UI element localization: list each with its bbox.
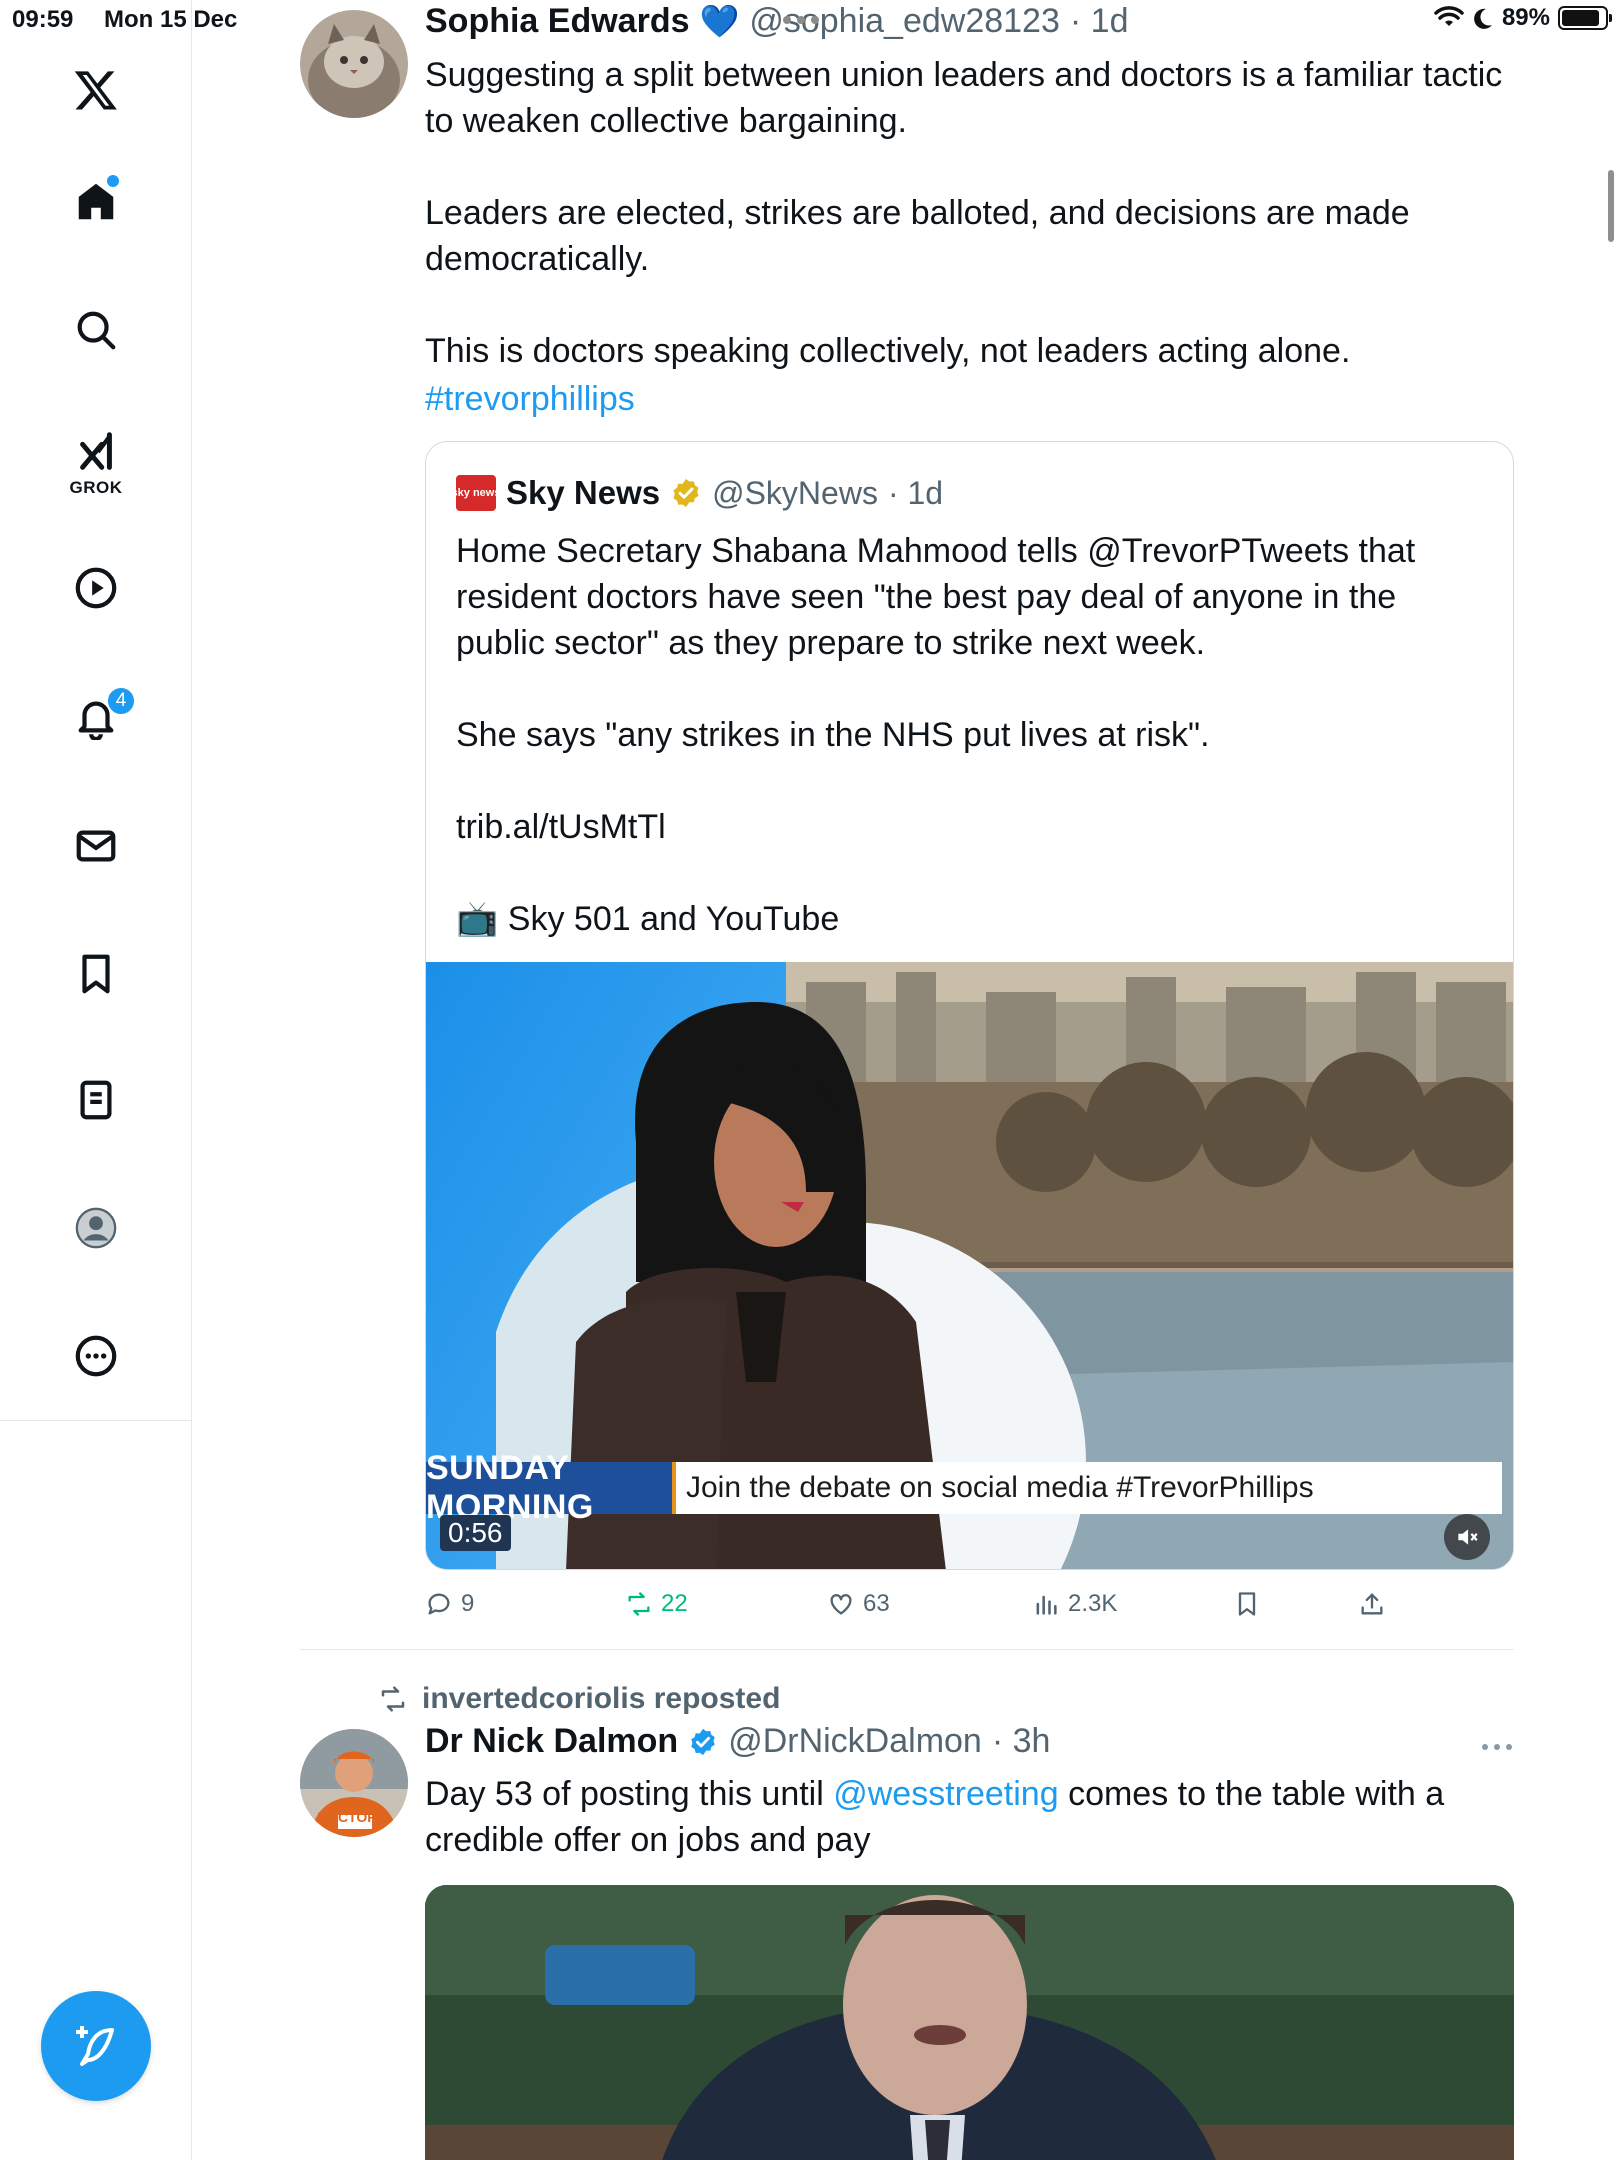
- sidebar-divider: [0, 1420, 192, 1421]
- ticker-bar: Join the debate on social media #TrevorP…: [672, 1462, 1502, 1514]
- reply-count: 9: [461, 1590, 475, 1617]
- share-icon: [1361, 1593, 1383, 1615]
- sidebar-item-grok[interactable]: [64, 420, 128, 484]
- like-count: 63: [863, 1590, 890, 1617]
- bookmark-button[interactable]: [1233, 1590, 1261, 1618]
- ellipsis-icon: [1482, 1744, 1512, 1750]
- repost-indicator[interactable]: invertedcoriolis reposted: [378, 1682, 780, 1716]
- sidebar-item-bookmarks[interactable]: [64, 942, 128, 1006]
- bookmark-icon: [1238, 1592, 1256, 1616]
- status-time: 09:59: [12, 6, 74, 33]
- quote-text: Home Secretary Shabana Mahmood tells @Tr…: [456, 532, 1416, 938]
- search-icon: [77, 311, 116, 350]
- grok-label: GROK: [69, 478, 123, 497]
- quote-author-name: Sky News: [506, 474, 661, 511]
- sky-news-logo: sky news: [452, 475, 500, 511]
- tweet2-header: Dr Nick Dalmon @DrNickDalmon · 3h: [425, 1722, 1050, 1761]
- tweet2-image[interactable]: [425, 1885, 1514, 2160]
- parliament-photo: [425, 1885, 1514, 2160]
- share-button[interactable]: [1358, 1590, 1386, 1618]
- ticker-text: Join the debate on social media #TrevorP…: [686, 1471, 1314, 1504]
- author-handle[interactable]: @DrNickDalmon: [728, 1722, 982, 1761]
- sidebar-item-search[interactable]: [64, 298, 128, 362]
- analytics-icon: [1036, 1595, 1057, 1615]
- sidebar-item-more[interactable]: [64, 1324, 128, 1388]
- battery-icon: [1558, 6, 1612, 30]
- video-player[interactable]: SUNDAY MORNING Join the debate on social…: [426, 962, 1513, 1569]
- quote-time: · 1d: [887, 474, 944, 511]
- sidebar: GROK 4: [0, 0, 192, 2160]
- sidebar-item-video[interactable]: [64, 556, 128, 620]
- quote-header: sky news Sky News @SkyNews · 1d: [452, 474, 944, 512]
- home-unread-dot: [107, 175, 119, 187]
- reply-icon: [428, 1593, 450, 1615]
- tweet-time[interactable]: · 3h: [992, 1722, 1051, 1761]
- scrollbar[interactable]: [1608, 170, 1614, 242]
- repost-icon: [381, 1686, 405, 1712]
- compose-feather-icon: [76, 2026, 114, 2066]
- avatar-sign-text: DOCTORS: [317, 1809, 387, 1825]
- repost-count: 22: [661, 1590, 688, 1617]
- article-icon: [80, 1080, 112, 1120]
- quote-author-handle: @SkyNews: [712, 474, 878, 511]
- mention-link[interactable]: @wesstreeting: [833, 1775, 1058, 1813]
- bookmark-icon: [82, 954, 110, 994]
- tweet2-text-start: Day 53 of posting this until: [425, 1775, 834, 1813]
- repost-icon: [628, 1592, 650, 1616]
- programme-banner: SUNDAY MORNING: [426, 1449, 672, 1526]
- more-circle-icon: [75, 1335, 117, 1377]
- tweet1-text: Suggesting a split between union leaders…: [425, 56, 1503, 370]
- verified-blue-icon: [691, 1728, 715, 1755]
- compose-button[interactable]: [41, 1991, 151, 2101]
- status-bar: 09:59 Mon 15 Dec 89%: [0, 0, 1620, 40]
- status-date: Mon 15 Dec: [104, 6, 238, 33]
- x-logo-icon[interactable]: [64, 58, 128, 122]
- moon-icon: [1474, 8, 1492, 29]
- views-button[interactable]: 2.3K: [1032, 1590, 1117, 1618]
- author-name[interactable]: Dr Nick Dalmon: [425, 1722, 678, 1761]
- wifi-icon: [1434, 6, 1464, 26]
- notification-badge: 4: [106, 686, 136, 716]
- heart-icon: [830, 1594, 852, 1615]
- view-count: 2.3K: [1068, 1590, 1118, 1617]
- hashtag-link[interactable]: #trevorphillips: [425, 376, 635, 422]
- muted-speaker-icon: [1458, 1529, 1478, 1545]
- video-duration: 0:56: [440, 1515, 511, 1551]
- repost-label: invertedcoriolis reposted: [422, 1682, 781, 1715]
- tweet1-actions: 9 22 63 2.3K: [425, 1590, 1514, 1630]
- quoted-tweet[interactable]: sky news Sky News @SkyNews · 1d Home Sec…: [425, 441, 1514, 1570]
- sidebar-item-articles[interactable]: [64, 1068, 128, 1132]
- mute-button[interactable]: [1444, 1514, 1490, 1560]
- envelope-icon: [76, 830, 116, 862]
- nick-dalmon-avatar[interactable]: DOCTORS: [300, 1729, 408, 1837]
- more-options-button[interactable]: [1480, 1740, 1514, 1759]
- play-icon: [75, 567, 117, 609]
- multitasking-dots[interactable]: [783, 16, 819, 24]
- sidebar-item-profile[interactable]: [64, 1196, 128, 1260]
- battery-percent: 89%: [1501, 4, 1550, 31]
- tweet-divider: [300, 1649, 1514, 1650]
- like-button[interactable]: 63: [827, 1590, 890, 1618]
- verified-gold-icon: [673, 479, 699, 507]
- profile-avatar-icon: [75, 1207, 117, 1249]
- tweet2-text: Day 53 of posting this until @wesstreeti…: [425, 1771, 1535, 1863]
- repost-button[interactable]: 22: [625, 1590, 688, 1618]
- status-indicators: 89%: [1434, 4, 1612, 32]
- sidebar-item-messages[interactable]: [64, 814, 128, 878]
- grok-icon: [80, 432, 112, 470]
- reply-button[interactable]: 9: [425, 1590, 474, 1618]
